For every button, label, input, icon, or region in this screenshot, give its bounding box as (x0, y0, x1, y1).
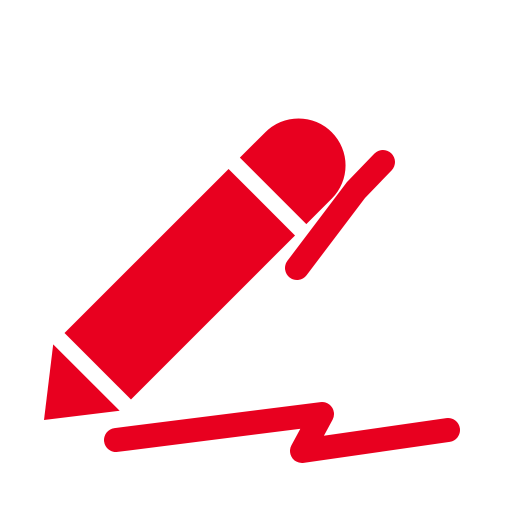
pen (44, 118, 346, 420)
pen-barrel (64, 168, 296, 400)
signature-line (104, 402, 460, 463)
pen-signature-icon (44, 118, 460, 463)
icon-canvas (0, 0, 512, 512)
